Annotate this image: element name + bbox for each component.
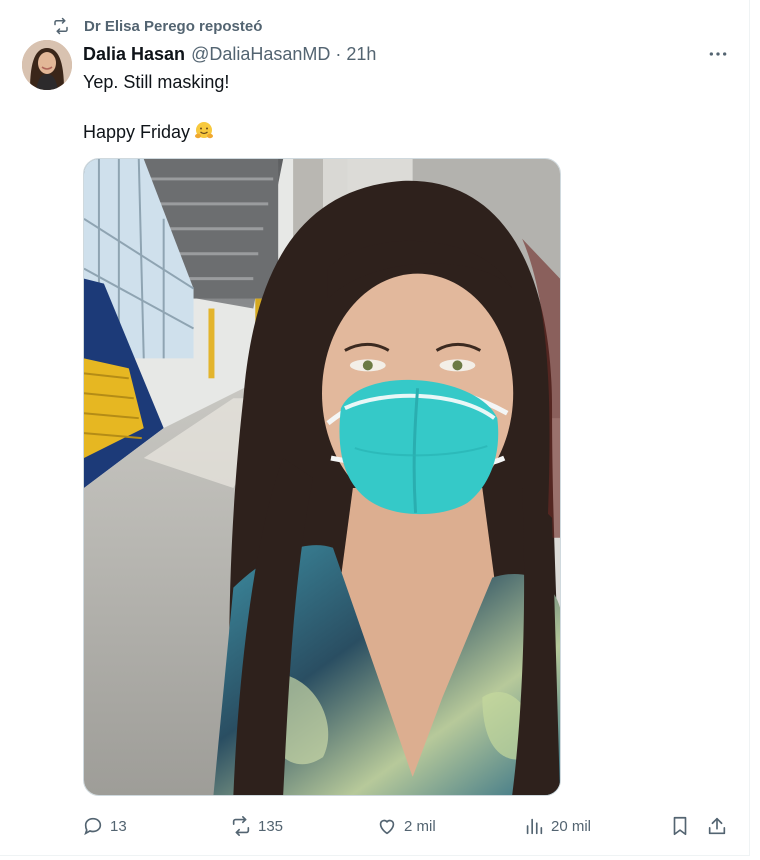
author-handle[interactable]: @DaliaHasanMD <box>191 44 330 65</box>
heart-icon <box>379 819 395 835</box>
reply-icon <box>84 817 102 836</box>
repost-button[interactable]: 135 <box>230 812 283 840</box>
like-button[interactable]: 2 mil <box>376 812 436 840</box>
tweet-actions: 13 135 2 mil 20 mil <box>82 812 742 840</box>
reply-count: 13 <box>110 817 127 835</box>
tweet-header: Dalia Hasan @DaliaHasanMD · 21h <box>83 42 376 66</box>
tweet-text: Yep. Still masking! Happy Friday <box>83 70 683 144</box>
tweet-text-line-1: Yep. Still masking! <box>83 72 230 92</box>
tweet-text-line-2: Happy Friday <box>83 120 683 144</box>
repost-icon <box>54 17 68 35</box>
view-count: 20 mil <box>551 817 592 835</box>
bookmark-button[interactable] <box>669 812 691 840</box>
timestamp[interactable]: 21h <box>346 44 376 65</box>
share-icon <box>708 817 726 835</box>
repost-indicator[interactable]: Dr Elisa Perego reposteó <box>52 16 262 36</box>
repost-count: 135 <box>258 817 284 835</box>
like-count: 2 mil <box>404 817 436 835</box>
author-name[interactable]: Dalia Hasan <box>83 44 185 65</box>
more-icon <box>709 52 727 56</box>
tweet-photo[interactable] <box>83 158 561 796</box>
repost-icon <box>232 816 250 836</box>
views-button[interactable]: 20 mil <box>523 812 591 840</box>
tweet-text-line-2-text: Happy Friday <box>83 122 191 142</box>
bookmark-icon <box>673 816 687 836</box>
more-options-button[interactable] <box>704 42 732 66</box>
share-button[interactable] <box>706 812 728 840</box>
photo-image <box>84 159 560 795</box>
hugging-face-emoji-icon <box>195 122 214 139</box>
repost-label[interactable]: Dr Elisa Perego reposteó <box>84 18 262 35</box>
avatar[interactable] <box>22 40 72 90</box>
header-separator: · <box>335 43 342 64</box>
analytics-icon <box>526 818 543 835</box>
tweet-card[interactable]: Dr Elisa Perego reposteó Dalia Hasan @Da… <box>0 0 750 856</box>
reply-button[interactable]: 13 <box>82 812 127 840</box>
